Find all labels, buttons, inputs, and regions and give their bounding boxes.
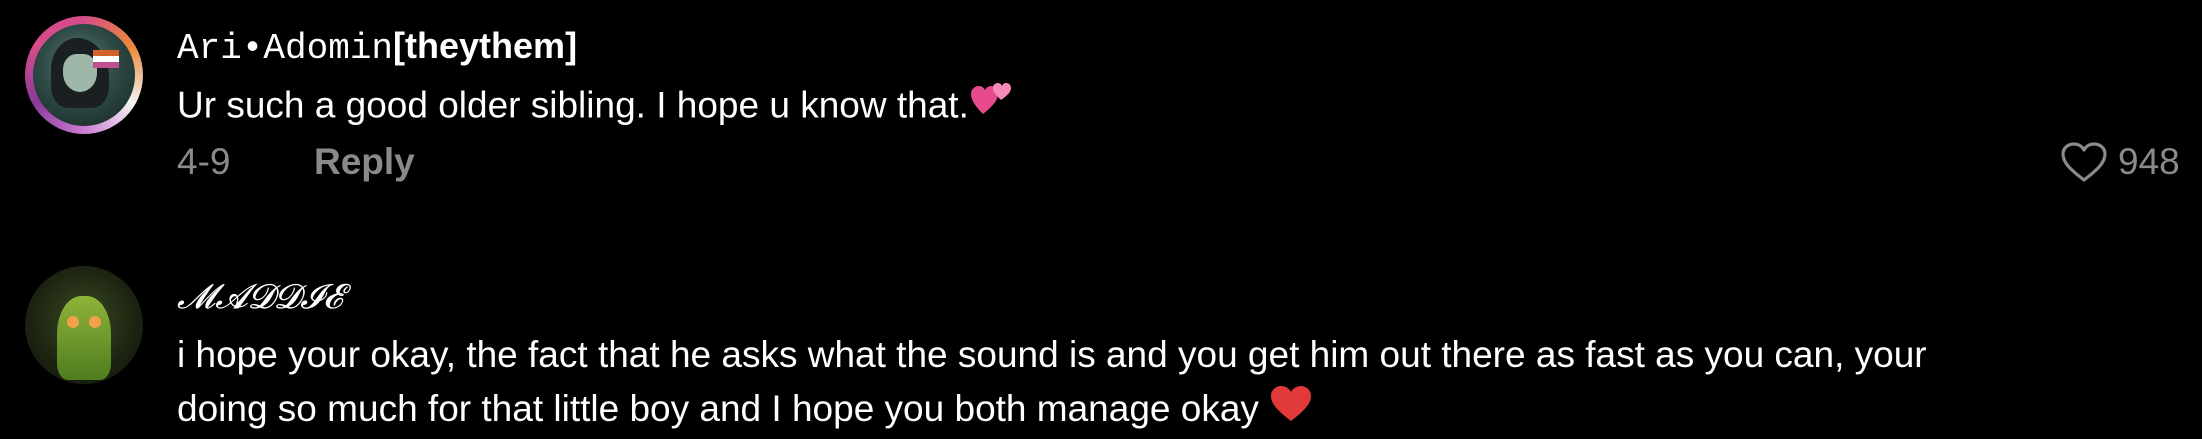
comment-text-line-2: doing so much for that little boy and I …	[177, 382, 1927, 439]
username-display-name: 𝓜𝓐𝓓𝓓𝓘𝓔	[177, 277, 343, 317]
comment-username[interactable]: Ari•Adomin[theythem]	[177, 24, 577, 71]
like-button[interactable]: 948	[2060, 138, 2200, 186]
heart-outline-icon	[2060, 141, 2108, 183]
comment-item: Ari•Adomin[theythem] Ur such a good olde…	[0, 0, 2202, 230]
comment-text: i hope your okay, the fact that he asks …	[177, 328, 1927, 439]
comment-username[interactable]: 𝓜𝓐𝓓𝓓𝓘𝓔	[177, 274, 343, 319]
comment-text-line-1: i hope your okay, the fact that he asks …	[177, 334, 1927, 375]
pride-flag-icon	[93, 50, 119, 68]
avatar[interactable]	[25, 266, 143, 384]
comment-date: 4-9	[177, 141, 231, 182]
avatar-eye-left	[67, 316, 79, 328]
reply-button[interactable]: Reply	[314, 140, 415, 184]
comment-text: Ur such a good older sibling. I hope u k…	[177, 78, 1013, 137]
comment-item: 𝓜𝓐𝓓𝓓𝓘𝓔 i hope your okay, the fact that h…	[0, 250, 2202, 437]
like-count: 948	[2118, 141, 2180, 182]
avatar-image	[57, 296, 111, 380]
two-hearts-emoji-icon	[969, 78, 1013, 137]
comment-text-body: Ur such a good older sibling. I hope u k…	[177, 84, 969, 126]
avatar-eye-right	[89, 316, 101, 328]
avatar-image	[33, 24, 135, 126]
username-pronouns: [theythem]	[393, 25, 578, 66]
avatar-face	[63, 54, 97, 92]
red-heart-emoji-icon	[1269, 384, 1313, 439]
username-display-name: Ari•Adomin	[177, 28, 394, 69]
avatar[interactable]	[25, 16, 143, 134]
comment-text-line-2-body: doing so much for that little boy and I …	[177, 388, 1259, 429]
